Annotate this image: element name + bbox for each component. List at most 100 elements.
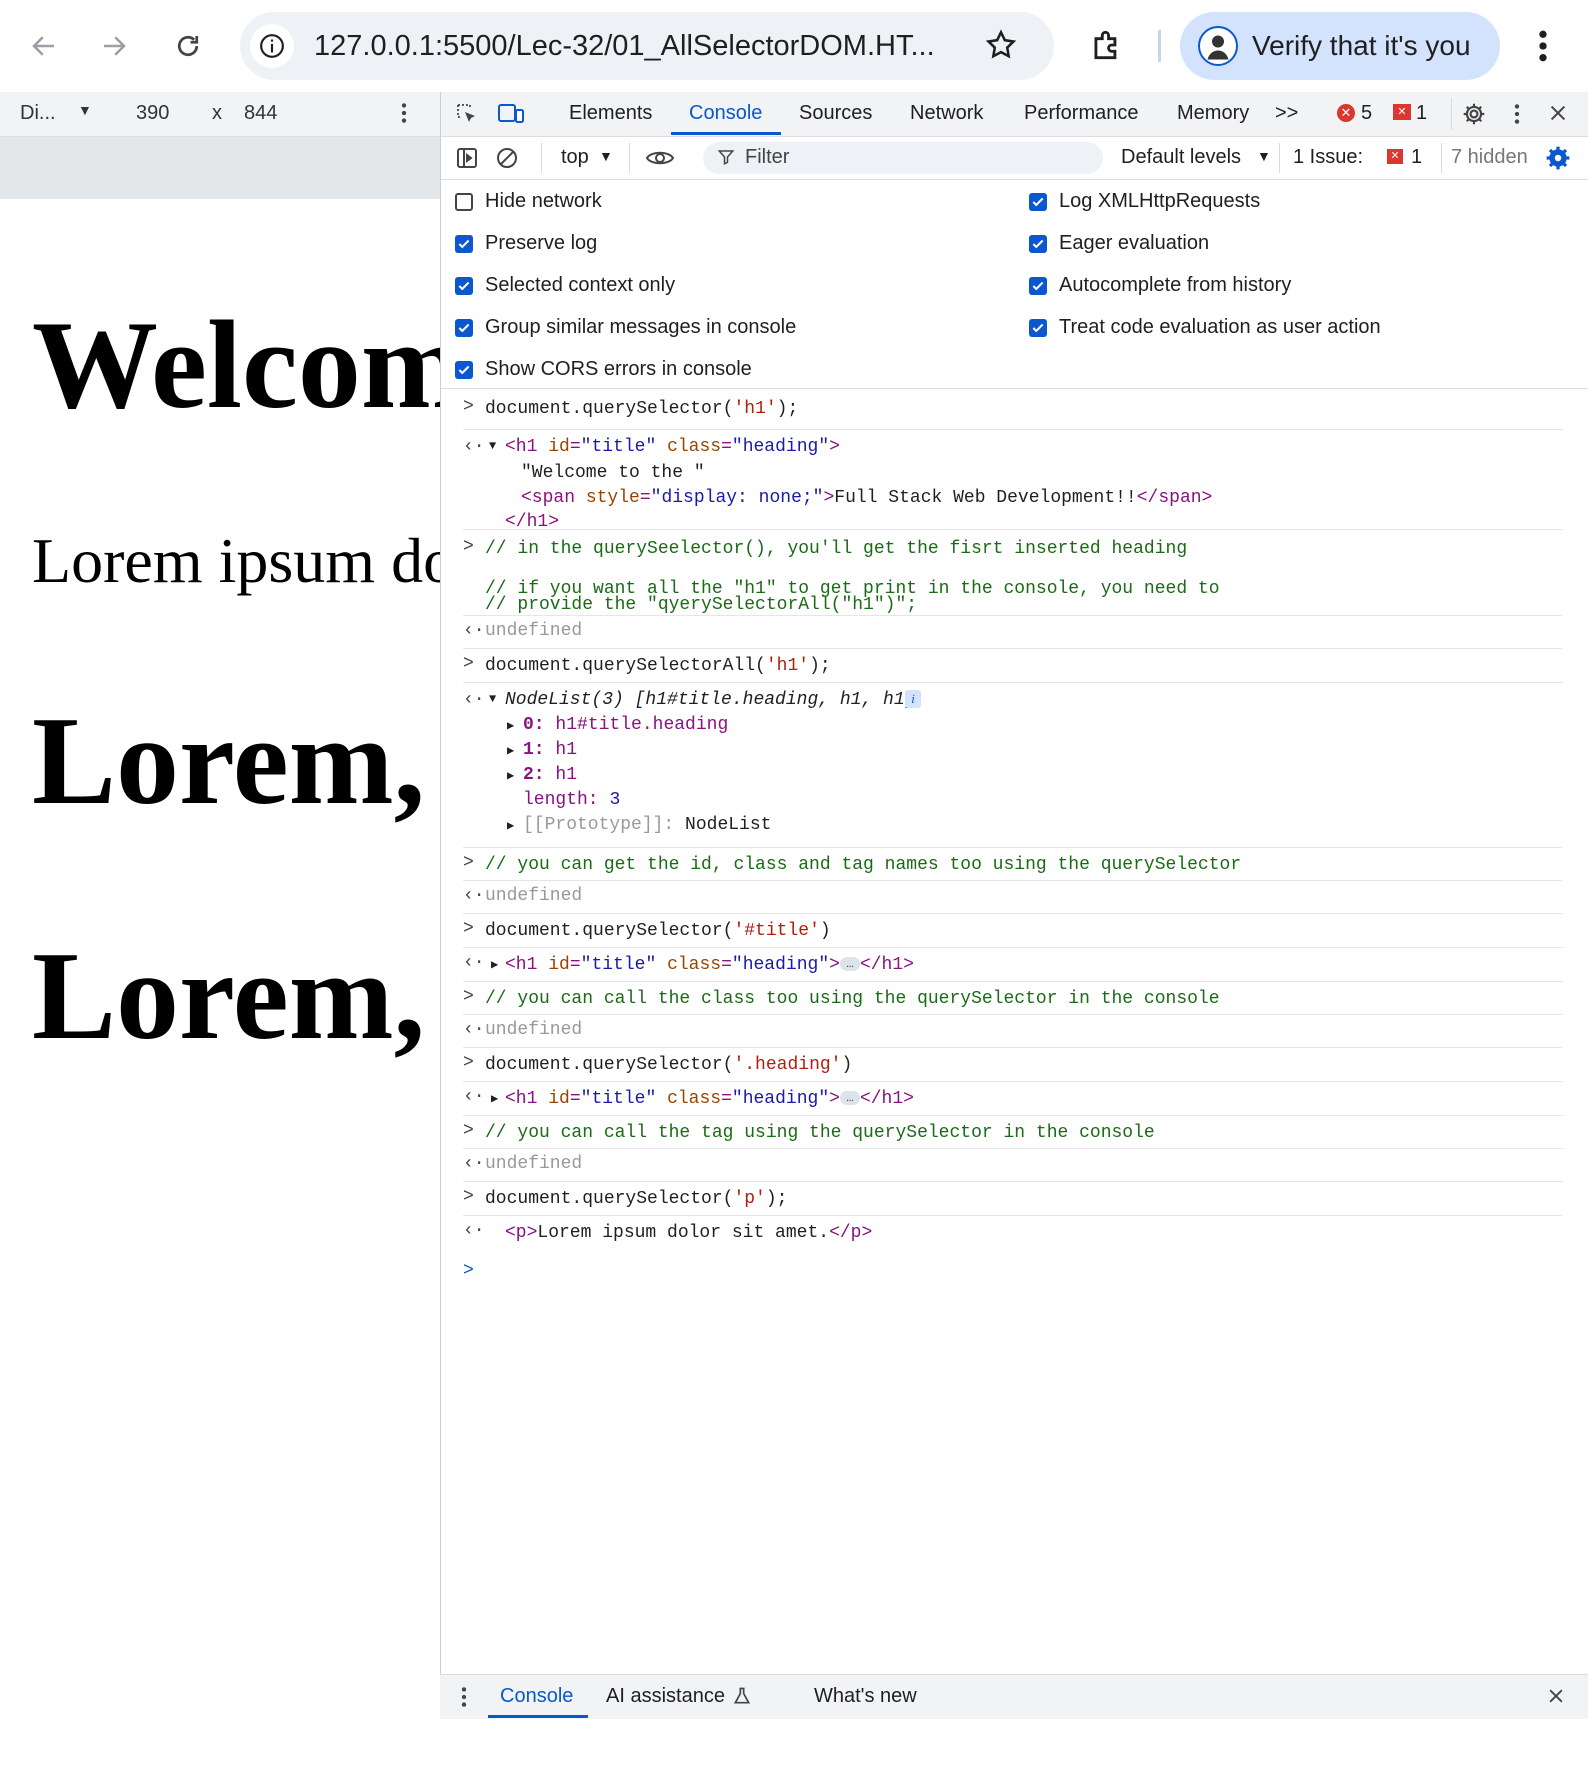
devtools-menu-icon[interactable] [1511,101,1523,133]
issue-icon[interactable]: ✕ [1393,104,1411,120]
console-input-row[interactable]: > document.querySelector('#title') [463,913,1563,948]
close-drawer-icon[interactable] [1546,1686,1566,1712]
console-settings-gear-icon[interactable] [1545,145,1571,177]
drawer-tab-whats-new[interactable]: What's new [814,1685,917,1708]
setting-selected-context-only[interactable]: Selected context only [455,274,675,297]
setting-show-cors-errors[interactable]: Show CORS errors in console [455,358,752,381]
setting-preserve-log[interactable]: Preserve log [455,232,597,255]
tab-elements[interactable]: Elements [569,102,652,125]
console-result-row[interactable]: ‹· ▶ <h1 id="title" class="heading">… </h… [463,1081,1563,1116]
context-select[interactable]: top [561,146,589,169]
more-tabs-button[interactable]: >> [1275,102,1298,125]
setting-treat-eval-user-action[interactable]: Treat code evaluation as user action [1029,316,1381,339]
console-input-row[interactable]: > // you can call the class too using th… [463,981,1563,1015]
console-input-row[interactable]: > document.querySelectorAll('h1'); [463,648,1563,683]
viewport-width-input[interactable]: 390 [136,102,169,125]
console-result-row[interactable]: ‹· ▼ <h1 id="title" class="heading"> "We… [463,429,1563,532]
expand-right-icon[interactable]: ▶ [507,818,514,833]
console-input-row[interactable]: > document.querySelector('p'); [463,1181,1563,1216]
checkbox[interactable] [1029,192,1047,211]
viewport-ruler [0,137,440,199]
result-arrow-icon: ‹· [463,690,485,710]
verify-identity-chip[interactable]: Verify that it's you [1180,12,1500,80]
url-text[interactable]: 127.0.0.1:5500/Lec-32/01_AllSelectorDOM.… [314,28,935,64]
ellipsis-icon[interactable]: … [839,1091,860,1106]
context-chevron-icon[interactable]: ▼ [599,148,613,164]
device-toggle-icon[interactable] [497,102,525,132]
setting-label: Hide network [485,190,602,212]
console-result-row[interactable]: ‹· ▼ NodeList(3) [h1#title.heading, h1, … [463,682,1563,848]
tab-console[interactable]: Console [689,102,762,125]
expand-triangle-icon[interactable]: ▼ [489,439,496,453]
console-input-row[interactable]: > document.querySelector('.heading') [463,1047,1563,1082]
input-prompt-icon: > [463,654,474,674]
back-button[interactable] [22,24,66,68]
browser-menu-icon[interactable] [1530,26,1556,71]
drawer-menu-icon[interactable] [458,1684,470,1716]
bookmark-star-icon[interactable] [984,28,1018,67]
device-select[interactable]: Di... [20,102,56,125]
setting-group-similar[interactable]: Group similar messages in console [455,316,796,339]
extensions-icon[interactable] [1088,26,1126,69]
tab-sources[interactable]: Sources [799,102,872,125]
checkbox[interactable] [1029,234,1047,253]
console-input-row[interactable]: > // in the querySeelector(), you'll get… [463,529,1563,616]
reload-button[interactable] [166,24,210,68]
levels-chevron-icon[interactable]: ▼ [1257,148,1271,164]
expand-triangle-icon[interactable]: ▼ [489,692,496,706]
console-prompt-input[interactable]: > [463,1257,1563,1287]
checkbox[interactable] [455,192,473,211]
sidebar-toggle-icon[interactable] [455,146,479,176]
setting-eager-evaluation[interactable]: Eager evaluation [1029,232,1209,255]
checkbox[interactable] [455,234,473,253]
info-icon[interactable]: i [905,690,921,708]
expand-right-icon[interactable]: ▶ [491,1091,498,1106]
settings-gear-icon[interactable] [1461,101,1487,133]
console-result-row[interactable]: ‹· ▶ <h1 id="title" class="heading">… </h… [463,947,1563,982]
console-input-row[interactable]: > // you can get the id, class and tag n… [463,847,1563,881]
site-info-icon[interactable] [250,24,294,68]
expand-right-icon[interactable]: ▶ [491,957,498,972]
devtools-tabbar: Elements Console Sources Network Perform… [441,92,1588,137]
expand-right-icon[interactable]: ▶ [507,768,514,783]
tab-performance[interactable]: Performance [1024,102,1139,125]
error-icon[interactable]: ✕ [1337,104,1355,122]
live-expression-eye-icon[interactable] [645,145,675,177]
log-levels-select[interactable]: Default levels [1121,146,1241,169]
forward-button[interactable] [92,24,136,68]
address-bar[interactable]: 127.0.0.1:5500/Lec-32/01_AllSelectorDOM.… [240,12,1054,80]
issues-count[interactable]: 1 [1411,146,1422,169]
error-count[interactable]: 5 [1361,102,1372,125]
checkbox[interactable] [455,360,473,379]
issue-count[interactable]: 1 [1416,102,1427,125]
drawer-tab-ai-assistance[interactable]: AI assistance [606,1685,725,1708]
checkbox[interactable] [455,276,473,295]
devtools-panel: Elements Console Sources Network Perform… [440,92,1588,1718]
input-prompt-icon: > [463,853,474,873]
expand-right-icon[interactable]: ▶ [507,743,514,758]
setting-log-xhr[interactable]: Log XMLHttpRequests [1029,190,1260,213]
checkbox[interactable] [1029,276,1047,295]
issue-badge-icon[interactable]: ✕ [1387,149,1403,164]
tab-network[interactable]: Network [910,102,983,125]
console-result-row[interactable]: ‹· <p>Lorem ipsum dolor sit amet.</p> [463,1215,1563,1249]
expand-right-icon[interactable]: ▶ [507,718,514,733]
filter-input[interactable]: Filter [703,142,1103,174]
console-input-row[interactable]: > // you can call the tag using the quer… [463,1115,1563,1149]
issues-label[interactable]: 1 Issue: [1293,146,1363,169]
close-devtools-icon[interactable] [1547,102,1569,130]
setting-autocomplete-history[interactable]: Autocomplete from history [1029,274,1291,297]
tab-memory[interactable]: Memory [1177,102,1249,125]
drawer-tab-console[interactable]: Console [500,1685,573,1708]
flask-icon [732,1685,752,1713]
inspect-element-icon[interactable] [455,102,479,132]
chevron-down-icon[interactable]: ▼ [78,102,92,118]
clear-console-icon[interactable] [495,146,519,176]
checkbox[interactable] [455,318,473,337]
ellipsis-icon[interactable]: … [839,957,860,972]
viewport-height-input[interactable]: 844 [244,102,277,125]
setting-hide-network[interactable]: Hide network [455,190,602,213]
console-input-row[interactable]: > document.querySelector('h1'); [463,389,1563,430]
device-more-icon[interactable] [398,100,410,132]
checkbox[interactable] [1029,318,1047,337]
